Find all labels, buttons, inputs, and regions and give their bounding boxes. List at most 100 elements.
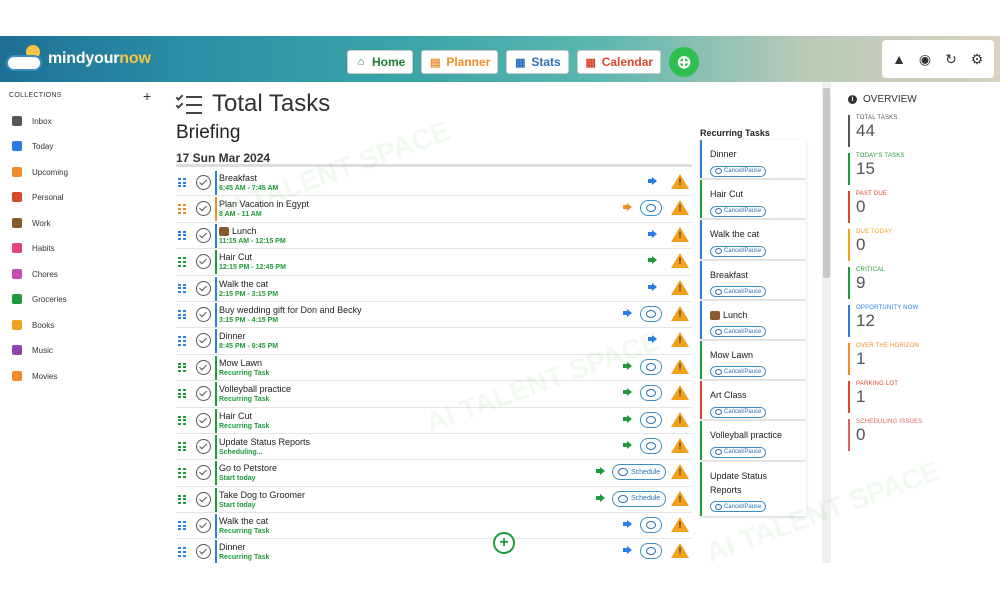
move-arrow-icon[interactable] — [623, 388, 632, 397]
drag-handle-icon[interactable] — [178, 415, 187, 426]
drag-handle-icon[interactable] — [178, 441, 187, 452]
task-row[interactable]: Update Status Reports Scheduling...! — [176, 434, 692, 461]
warning-icon[interactable]: ! — [671, 226, 689, 242]
complete-task-checkbox[interactable] — [196, 491, 211, 507]
task-name[interactable]: Hair Cut — [219, 411, 252, 421]
sidebar-item-books[interactable]: Books — [12, 317, 54, 333]
warning-icon[interactable]: ! — [671, 464, 689, 480]
drag-handle-icon[interactable] — [178, 468, 187, 478]
stat-scheduling-issues[interactable]: SCHEDULING ISSUES 0 — [848, 419, 968, 451]
recurring-card[interactable]: Mow Lawn Cancel/Pause — [700, 340, 806, 380]
warning-icon[interactable]: ! — [671, 305, 689, 321]
move-arrow-icon[interactable] — [623, 520, 632, 529]
task-name[interactable]: Walk the cat — [219, 279, 268, 289]
recurring-card[interactable]: Hair Cut Cancel/Pause — [700, 180, 806, 219]
task-name[interactable]: Plan Vacation in Egypt — [219, 199, 309, 209]
sidebar-item-movies[interactable]: Movies — [12, 368, 57, 384]
reschedule-button[interactable] — [640, 305, 662, 322]
reschedule-button[interactable] — [640, 200, 662, 217]
complete-task-checkbox[interactable] — [196, 544, 211, 560]
warning-icon[interactable]: ! — [671, 174, 689, 189]
complete-task-checkbox[interactable] — [196, 412, 211, 428]
move-arrow-icon[interactable] — [623, 546, 632, 555]
task-row[interactable]: Take Dog to Groomer Start today Schedule! — [176, 487, 692, 514]
task-name[interactable]: Dinner — [219, 331, 246, 341]
stat-past-due[interactable]: PAST DUE 0 — [848, 191, 968, 223]
cancel-pause-button[interactable]: Cancel/Pause — [710, 205, 767, 217]
task-name[interactable]: Take Dog to Groomer — [219, 490, 305, 500]
complete-task-checkbox[interactable] — [196, 438, 211, 454]
move-arrow-icon[interactable] — [623, 361, 632, 370]
task-name[interactable]: Lunch — [219, 226, 257, 236]
add-collection-button[interactable]: + — [143, 88, 151, 104]
move-arrow-icon[interactable] — [648, 229, 657, 238]
cancel-pause-button[interactable]: Cancel/Pause — [710, 406, 767, 418]
warning-icon[interactable]: ! — [671, 411, 689, 427]
schedule-button[interactable]: Schedule — [612, 490, 667, 507]
drag-handle-icon[interactable] — [178, 283, 187, 294]
calendar-button[interactable]: ▦ Calendar — [576, 50, 662, 74]
task-row[interactable]: Dinner 8:45 PM - 9:45 PM! — [176, 328, 692, 355]
drag-handle-icon[interactable] — [178, 257, 187, 267]
task-row[interactable]: Walk the cat Recurring Task! — [176, 513, 692, 540]
recurring-card[interactable]: Art Class Cancel/Pause — [700, 381, 806, 420]
move-arrow-icon[interactable] — [596, 467, 605, 476]
schedule-button[interactable]: Schedule — [612, 464, 667, 481]
move-arrow-icon[interactable] — [623, 414, 632, 423]
task-row[interactable]: Hair Cut 12:15 PM - 12:45 PM! — [176, 249, 692, 276]
complete-task-checkbox[interactable] — [196, 227, 211, 243]
stat-due-today[interactable]: DUE TODAY 0 — [848, 229, 968, 261]
move-arrow-icon[interactable] — [648, 282, 657, 291]
recurring-card[interactable]: Volleyball practice Cancel/Pause — [700, 421, 806, 460]
sidebar-item-chores[interactable]: Chores — [12, 266, 58, 282]
warning-icon[interactable]: ! — [671, 200, 689, 216]
move-arrow-icon[interactable] — [596, 493, 605, 502]
complete-task-checkbox[interactable] — [196, 359, 211, 375]
warning-icon[interactable]: ! — [671, 543, 689, 559]
complete-task-checkbox[interactable] — [196, 306, 211, 322]
reschedule-button[interactable] — [640, 385, 662, 402]
stat-critical[interactable]: CRITICAL 9 — [848, 267, 968, 299]
task-name[interactable]: Dinner — [219, 542, 246, 552]
warning-icon[interactable]: ! — [671, 358, 689, 374]
task-row[interactable]: Hair Cut Recurring Task! — [176, 408, 692, 434]
warning-icon[interactable]: ! — [671, 332, 689, 348]
cancel-pause-button[interactable]: Cancel/Pause — [710, 326, 767, 338]
complete-task-checkbox[interactable] — [196, 280, 211, 296]
drag-handle-icon[interactable] — [178, 309, 187, 320]
stat-over-the-horizon[interactable]: OVER THE HORIZON 1 — [848, 343, 968, 375]
task-name[interactable]: Breakfast — [219, 173, 257, 183]
reschedule-button[interactable] — [640, 543, 662, 560]
sidebar-item-habits[interactable]: Habits — [12, 240, 55, 256]
move-arrow-icon[interactable] — [623, 203, 632, 212]
task-name[interactable]: Buy wedding gift for Don and Becky — [219, 305, 362, 315]
move-arrow-icon[interactable] — [623, 308, 632, 317]
warning-icon[interactable]: ! — [671, 517, 689, 533]
add-task-fab[interactable]: + — [493, 532, 515, 554]
planner-button[interactable]: ▤ Planner — [421, 50, 499, 74]
sidebar-item-upcoming[interactable]: Upcoming — [12, 164, 68, 180]
move-arrow-icon[interactable] — [623, 440, 632, 449]
cancel-pause-button[interactable]: Cancel/Pause — [710, 245, 767, 257]
gear-icon[interactable]: ⚙ — [968, 50, 986, 68]
task-name[interactable]: Hair Cut — [219, 252, 252, 262]
drag-handle-icon[interactable] — [178, 362, 187, 373]
drag-handle-icon[interactable] — [178, 336, 187, 346]
chart-toggle-icon[interactable]: ▲ — [890, 50, 908, 68]
task-row[interactable]: Volleyball practice Recurring Task! — [176, 381, 692, 408]
move-arrow-icon[interactable] — [648, 335, 657, 344]
task-name[interactable]: Walk the cat — [219, 516, 268, 526]
stat-parking-lot[interactable]: PARKING LOT 1 — [848, 381, 968, 413]
sidebar-item-music[interactable]: Music — [12, 342, 53, 358]
warning-icon[interactable]: ! — [671, 490, 689, 506]
add-task-button[interactable]: ⊕ — [669, 47, 700, 77]
reschedule-button[interactable] — [640, 411, 662, 428]
cancel-pause-button[interactable]: Cancel/Pause — [710, 165, 767, 177]
task-row[interactable]: Buy wedding gift for Don and Becky 3:15 P… — [176, 302, 692, 329]
task-row[interactable]: Plan Vacation in Egypt 8 AM - 11 AM! — [176, 196, 692, 223]
complete-task-checkbox[interactable] — [196, 254, 211, 270]
recurring-card[interactable]: Lunch Cancel/Pause — [700, 300, 806, 339]
recurring-card[interactable]: Update Status Reports Cancel/Pause — [700, 461, 806, 516]
complete-task-checkbox[interactable] — [196, 386, 211, 402]
reschedule-button[interactable] — [640, 358, 662, 375]
